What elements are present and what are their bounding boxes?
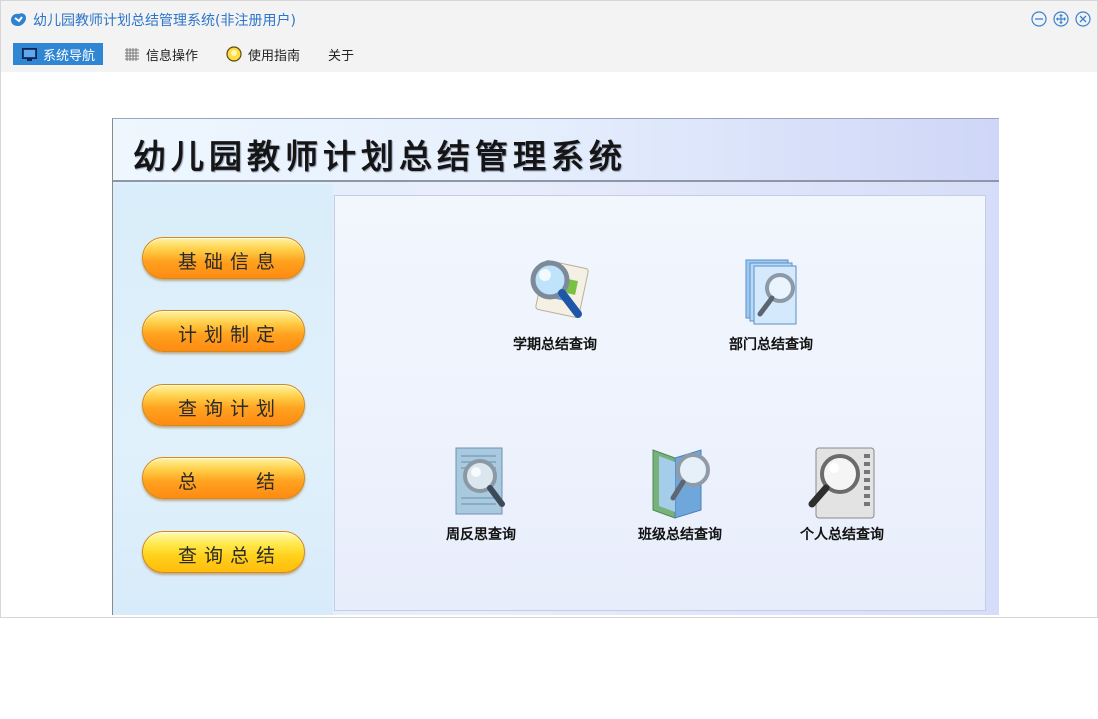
monitor-icon — [22, 47, 37, 61]
department-summary-query-label: 部门总结查询 — [729, 337, 813, 353]
menu-about-label: 关于 — [328, 48, 355, 64]
query-summary-label: 查询总结 — [178, 545, 283, 567]
menu-bar: 系统导航 信息操作 使用指南 关于 — [1, 39, 1097, 72]
basic-info-button[interactable]: 基础信息 — [142, 237, 305, 279]
window-title: 幼儿园教师计划总结管理系统(非注册用户) — [33, 13, 296, 29]
menu-user-guide-label: 使用指南 — [248, 48, 301, 64]
menu-info-ops-label: 信息操作 — [146, 48, 199, 64]
grid-icon — [125, 47, 139, 61]
department-search-icon — [745, 259, 797, 325]
menu-user-guide[interactable]: 使用指南 — [226, 43, 300, 65]
app-window: 幼儿园教师计划总结管理系统(非注册用户) 系统导航 信息操作 使用指南 关于 幼… — [0, 0, 1098, 618]
basic-info-label: 基础信息 — [178, 251, 283, 273]
semester-search-icon — [530, 260, 589, 318]
close-icon[interactable] — [1075, 11, 1091, 27]
main-panel: 幼儿园教师计划总结管理系统 基础信息 计划制定 查询计划 总 结 查询总结 学期… — [112, 118, 999, 615]
plan-making-button[interactable]: 计划制定 — [142, 310, 305, 352]
weekly-search-icon — [455, 447, 505, 515]
banner: 幼儿园教师计划总结管理系统 — [113, 119, 999, 182]
semester-summary-query-label: 学期总结查询 — [513, 337, 597, 353]
query-plan-button[interactable]: 查询计划 — [142, 384, 305, 426]
personal-summary-query-label: 个人总结查询 — [800, 527, 884, 543]
menu-info-ops[interactable]: 信息操作 — [125, 43, 198, 65]
title-bar: 幼儿园教师计划总结管理系统(非注册用户) — [1, 1, 1097, 39]
class-search-icon — [652, 449, 710, 519]
query-summary-button[interactable]: 查询总结 — [142, 531, 305, 573]
class-summary-query-label: 班级总结查询 — [638, 527, 722, 543]
banner-title: 幼儿园教师计划总结管理系统 — [133, 137, 627, 176]
sidebar: 基础信息 计划制定 查询计划 总 结 查询总结 — [113, 184, 333, 615]
weekly-reflection-query-label: 周反思查询 — [446, 527, 516, 543]
menu-system-nav-label: 系统导航 — [43, 48, 96, 64]
query-plan-label: 查询计划 — [178, 398, 283, 420]
summary-label: 总 结 — [178, 471, 283, 493]
weekly-reflection-query[interactable]: 周反思查询 — [431, 446, 531, 544]
class-summary-query[interactable]: 班级总结查询 — [625, 446, 735, 544]
query-content-area: 学期总结查询 部门总结查询 周反思查询 班级总结查询 个人总结查询 — [334, 195, 986, 611]
summary-button[interactable]: 总 结 — [142, 457, 305, 499]
menu-system-nav[interactable]: 系统导航 — [13, 43, 104, 65]
plan-making-label: 计划制定 — [178, 324, 283, 346]
menu-about[interactable]: 关于 — [328, 43, 354, 65]
minimize-icon[interactable] — [1031, 11, 1047, 27]
personal-summary-query[interactable]: 个人总结查询 — [787, 446, 897, 544]
semester-summary-query[interactable]: 学期总结查询 — [505, 256, 605, 354]
personal-search-icon — [808, 447, 875, 519]
department-summary-query[interactable]: 部门总结查询 — [721, 256, 821, 354]
app-logo-icon — [11, 13, 26, 26]
lightbulb-icon — [226, 46, 242, 62]
maximize-icon[interactable] — [1053, 11, 1069, 27]
